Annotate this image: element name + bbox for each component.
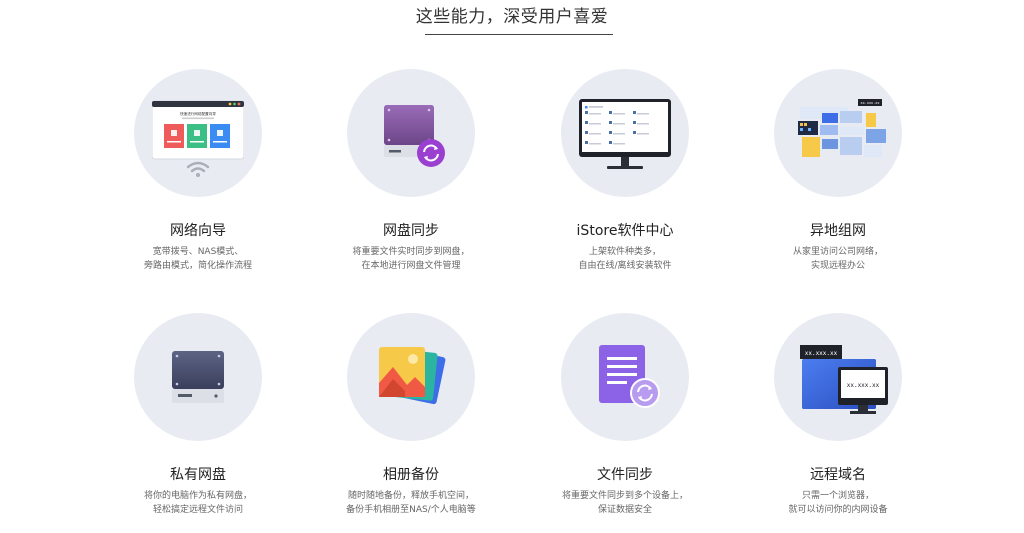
feature-desc-line1: 将你的电脑作为私有网盘， (143, 491, 252, 501)
feature-name: 相册备份 (383, 467, 439, 483)
feature-desc-line1: 从家里访问公司网络， (792, 247, 883, 257)
ip-label-right: xx.xxx.xx (847, 382, 880, 389)
feature-description: 将重要文件同步到多个设备上， 保证数据安全 (525, 489, 725, 517)
feature-name: 网盘同步 (383, 223, 439, 239)
ip-label: xx.xxx.xx (861, 101, 880, 105)
feature-desc-line2: 自由在线/离线安装软件 (578, 261, 672, 271)
feature-description: 上架软件种类多， 自由在线/离线安装软件 (525, 245, 725, 273)
file-sync-icon (599, 345, 660, 408)
software-center-icon (579, 99, 671, 169)
feature-desc-line2: 实现远程办公 (810, 261, 865, 271)
feature-desc-line2: 保证数据安全 (597, 505, 652, 515)
feature-name: 文件同步 (597, 467, 653, 483)
photo-backup-icon (379, 347, 446, 405)
feature-desc-line1: 只需一个浏览器， (801, 491, 874, 501)
feature-name: 网络向导 (170, 223, 226, 239)
private-drive-icon (172, 351, 224, 403)
feature-name: 私有网盘 (170, 467, 226, 483)
feature-description: 宽带拨号、NAS模式、 旁路由模式，简化操作流程 (98, 245, 298, 273)
feature-desc-line1: 将重要文件同步到多个设备上， (561, 491, 688, 501)
section-title: 这些能力，深受用户喜爱 (415, 7, 609, 27)
feature-desc-line1: 上架软件种类多， (588, 247, 661, 257)
feature-desc-line1: 将重要文件实时同步到网盘， (352, 247, 470, 257)
feature-desc-line2: 备份手机相册至NAS/个人电脑等 (346, 505, 476, 515)
remote-network-icon: xx.xxx.xx (798, 99, 886, 157)
feature-description: 只需一个浏览器， 就可以访问你的内网设备 (738, 489, 938, 517)
feature-name: 异地组网 (810, 223, 866, 239)
feature-description: 随时随地备份，释放手机空间， 备份手机相册至NAS/个人电脑等 (311, 489, 511, 517)
feature-desc-line1: 宽带拨号、NAS模式、 (152, 247, 244, 257)
feature-desc-line2: 在本地进行网盘文件管理 (361, 261, 461, 271)
ip-label-left: xx.xxx.xx (805, 350, 838, 357)
feature-description: 将重要文件实时同步到网盘， 在本地进行网盘文件管理 (311, 245, 511, 273)
feature-name: 远程域名 (810, 467, 866, 483)
network-wizard-icon: 快速进行网络配置向导 (152, 100, 244, 177)
feature-desc-line2: 就可以访问你的内网设备 (788, 505, 888, 515)
feature-desc-line2: 轻松搞定远程文件访问 (152, 505, 243, 515)
feature-desc-line2: 旁路由模式，简化操作流程 (143, 261, 252, 271)
remote-domain-icon: xx.xxx.xx xx.xxx.xx (800, 345, 888, 414)
feature-description: 将你的电脑作为私有网盘， 轻松搞定远程文件访问 (98, 489, 298, 517)
feature-description: 从家里访问公司网络， 实现远程办公 (738, 245, 938, 273)
feature-name: iStore软件中心 (576, 223, 674, 239)
feature-desc-line1: 随时随地备份，释放手机空间， (347, 491, 474, 501)
title-underline (425, 34, 613, 35)
wizard-heading-text: 快速进行网络配置向导 (180, 111, 216, 116)
cloud-sync-icon (384, 105, 445, 167)
